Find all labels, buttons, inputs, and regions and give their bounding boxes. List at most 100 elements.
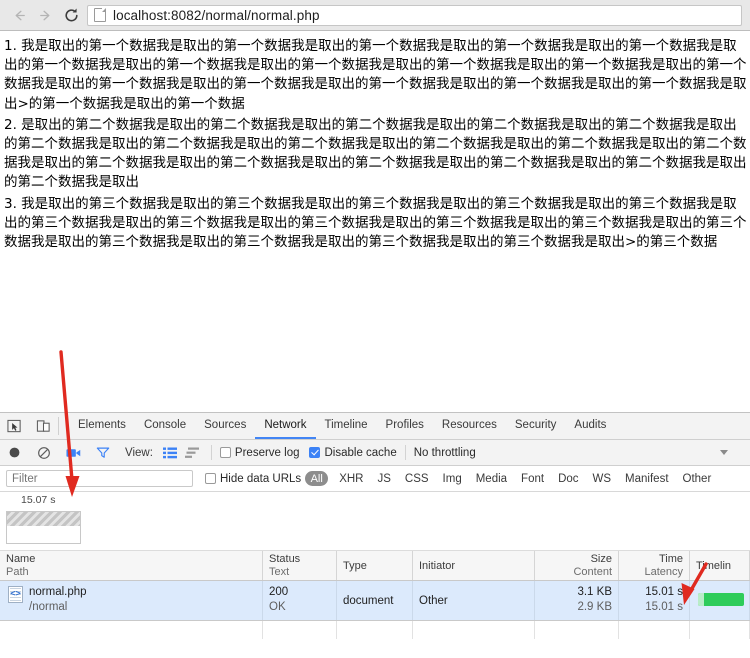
- cell-waterfall: [690, 581, 750, 620]
- column-header-type[interactable]: Type: [337, 551, 413, 580]
- network-filter-bar: Hide data URLs All XHR JS CSS Img Media …: [0, 466, 750, 492]
- clear-icon: [37, 446, 50, 459]
- devtools-tab-list: Elements Console Sources Network Timelin…: [59, 413, 615, 439]
- tab-resources[interactable]: Resources: [433, 413, 506, 439]
- data-paragraph-3: 3. 我是取出的第三个数据我是取出的第三个数据我是取出的第三个数据我是取出的第三…: [4, 195, 747, 251]
- tab-console[interactable]: Console: [135, 413, 195, 439]
- disable-cache-label: Disable cache: [324, 446, 397, 459]
- browser-window: localhost:8082/normal/normal.php 1. 我是取出…: [0, 0, 750, 658]
- status-text: OK: [269, 601, 286, 613]
- filter-type-css[interactable]: CSS: [398, 473, 436, 485]
- throttling-select[interactable]: No throttling: [414, 447, 476, 459]
- tab-audits[interactable]: Audits: [565, 413, 615, 439]
- tab-network[interactable]: Network: [255, 413, 316, 439]
- inspect-element-button[interactable]: [0, 413, 29, 439]
- filter-type-img[interactable]: Img: [436, 473, 469, 485]
- cell-status: 200 OK: [263, 581, 337, 620]
- preserve-log-checkbox[interactable]: Preserve log: [219, 446, 300, 459]
- forward-button[interactable]: [32, 2, 58, 28]
- network-toolbar: View: Preserve log Disable cache No thro…: [0, 440, 750, 466]
- status-code: 200: [269, 586, 289, 598]
- column-header-time[interactable]: Time Latency: [619, 551, 690, 580]
- cell-time: 15.01 s 15.01 s: [619, 581, 690, 620]
- filter-type-manifest[interactable]: Manifest: [618, 473, 675, 485]
- preserve-log-label: Preserve log: [234, 446, 300, 459]
- page-content: 1. 我是取出的第一个数据我是取出的第一个数据我是取出的第一个数据我是取出的第一…: [0, 31, 750, 412]
- overview-selection-box[interactable]: [6, 511, 81, 544]
- column-header-initiator[interactable]: Initiator: [413, 551, 535, 580]
- waterfall-bar: [698, 593, 744, 606]
- record-button[interactable]: [0, 446, 29, 459]
- data-paragraph-1: 1. 我是取出的第一个数据我是取出的第一个数据我是取出的第一个数据我是取出的第一…: [4, 38, 747, 112]
- clear-button[interactable]: [29, 446, 58, 460]
- back-arrow-icon: [15, 10, 25, 20]
- view-list-button[interactable]: [159, 447, 181, 459]
- screenshot-capture-button[interactable]: [59, 447, 88, 459]
- latency-value: 15.01 s: [645, 601, 683, 613]
- data-paragraph-2: 2. 是取出的第二个数据我是取出的第二个数据我是取出的第二个数据我是取出的第二个…: [4, 116, 747, 191]
- table-header-row: Name Path Status Text Type Initiator Siz…: [0, 551, 750, 581]
- filter-type-all[interactable]: All: [305, 471, 329, 486]
- toolbar-divider-5: [404, 445, 406, 460]
- view-waterfall-icon: [184, 447, 199, 458]
- hide-data-urls-checkbox[interactable]: Hide data URLs: [205, 473, 301, 485]
- view-label: View:: [125, 446, 153, 459]
- inspect-element-icon: [7, 419, 21, 432]
- tab-sources[interactable]: Sources: [195, 413, 255, 439]
- tab-elements[interactable]: Elements: [69, 413, 135, 439]
- cell-name: <> normal.php /normal: [0, 581, 263, 620]
- size-value: 3.1 KB: [577, 586, 612, 598]
- cell-type: document: [337, 581, 413, 620]
- view-list-icon: [162, 447, 177, 458]
- filter-toggle-button[interactable]: [88, 446, 117, 459]
- column-header-status[interactable]: Status Text: [263, 551, 337, 580]
- filter-type-js[interactable]: JS: [370, 473, 397, 485]
- column-header-timeline[interactable]: Timelin: [690, 551, 750, 580]
- camera-icon: [66, 448, 81, 457]
- request-path: /normal: [29, 601, 68, 613]
- page-document-icon: [94, 8, 106, 22]
- filter-input[interactable]: [6, 470, 193, 487]
- network-overview[interactable]: 15.07 s: [0, 492, 750, 551]
- tab-security[interactable]: Security: [506, 413, 566, 439]
- tab-timeline[interactable]: Timeline: [316, 413, 377, 439]
- device-toolbar-button[interactable]: [29, 413, 58, 439]
- filter-type-doc[interactable]: Doc: [551, 473, 585, 485]
- cell-size: 3.1 KB 2.9 KB: [535, 581, 619, 620]
- content-size-value: 2.9 KB: [577, 601, 612, 613]
- cell-initiator: Other: [413, 581, 535, 620]
- devtools-tabbar: Elements Console Sources Network Timelin…: [0, 413, 750, 440]
- devtools-panel: Elements Console Sources Network Timelin…: [0, 412, 750, 658]
- record-icon: [9, 447, 20, 458]
- preserve-log-box: [219, 447, 231, 458]
- forward-arrow-icon: [39, 10, 49, 20]
- hide-data-urls-label: Hide data URLs: [220, 472, 302, 485]
- device-toolbar-icon: [36, 419, 50, 432]
- disable-cache-box: [309, 447, 321, 458]
- filter-type-font[interactable]: Font: [514, 473, 551, 485]
- filter-type-media[interactable]: Media: [469, 473, 514, 485]
- column-header-name[interactable]: Name Path: [0, 551, 263, 580]
- reload-button[interactable]: [58, 2, 84, 28]
- filter-type-xhr[interactable]: XHR: [332, 473, 370, 485]
- network-requests-table: Name Path Status Text Type Initiator Siz…: [0, 551, 750, 639]
- request-name: normal.php: [29, 586, 87, 598]
- overview-time-label: 15.07 s: [21, 494, 56, 506]
- table-row[interactable]: <> normal.php /normal 200 OK document Ot…: [0, 581, 750, 621]
- browser-toolbar: localhost:8082/normal/normal.php: [0, 0, 750, 31]
- filter-type-ws[interactable]: WS: [586, 473, 619, 485]
- filter-funnel-icon: [96, 447, 109, 458]
- address-bar[interactable]: localhost:8082/normal/normal.php: [87, 4, 742, 26]
- overview-hatch-band: [7, 512, 80, 526]
- column-header-size[interactable]: Size Content: [535, 551, 619, 580]
- filter-type-other[interactable]: Other: [676, 473, 719, 485]
- disable-cache-checkbox[interactable]: Disable cache: [309, 446, 397, 459]
- chevron-down-icon[interactable]: [720, 450, 728, 455]
- table-empty-row: [0, 621, 750, 639]
- toolbar-divider-4: [210, 445, 212, 460]
- time-value: 15.01 s: [645, 586, 683, 598]
- reload-icon: [64, 8, 78, 21]
- tab-profiles[interactable]: Profiles: [377, 413, 433, 439]
- view-waterfall-button[interactable]: [181, 447, 203, 459]
- back-button[interactable]: [6, 2, 32, 28]
